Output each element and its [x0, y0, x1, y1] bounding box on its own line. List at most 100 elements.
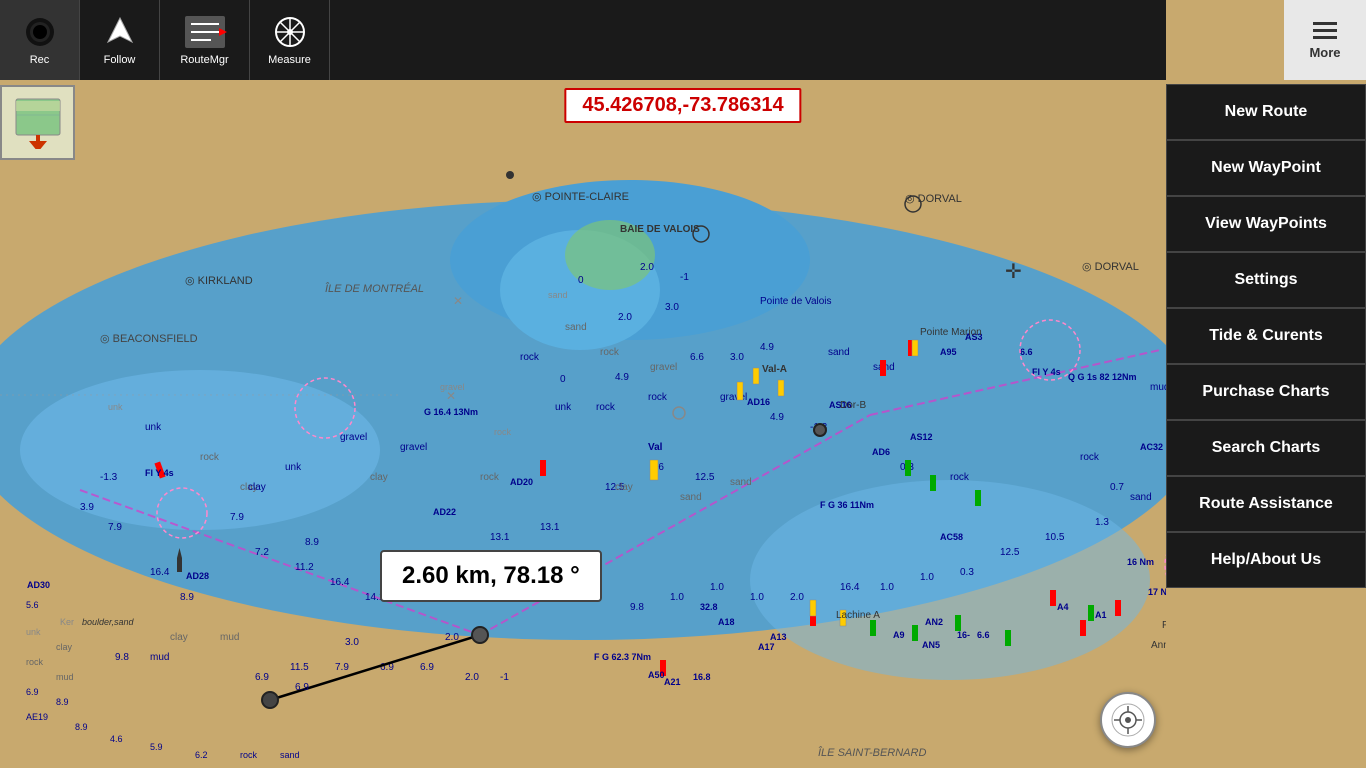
- view-waypoints-button[interactable]: View WayPoints: [1166, 196, 1366, 252]
- svg-text:Q G 1s 82 12Nm: Q G 1s 82 12Nm: [1068, 372, 1137, 382]
- settings-button[interactable]: Settings: [1166, 252, 1366, 308]
- svg-text:unk: unk: [555, 402, 572, 413]
- svg-text:0.3: 0.3: [960, 567, 974, 578]
- svg-text:16.4: 16.4: [150, 567, 170, 578]
- svg-text:AD6: AD6: [872, 447, 890, 457]
- coordinates-text: 45.426708,-73.786314: [582, 94, 783, 116]
- svg-text:mud: mud: [1150, 382, 1166, 393]
- svg-text:gravel: gravel: [650, 362, 677, 373]
- svg-text:sand: sand: [828, 347, 850, 358]
- search-charts-button[interactable]: Search Charts: [1166, 420, 1366, 476]
- svg-text:AC32: AC32: [1140, 442, 1163, 452]
- measure-button[interactable]: Measure: [250, 0, 330, 80]
- svg-text:A21: A21: [664, 677, 681, 687]
- compass-button[interactable]: [1100, 692, 1156, 748]
- svg-text:gravel: gravel: [340, 432, 367, 443]
- svg-text:5.6: 5.6: [26, 600, 39, 610]
- svg-text:0.7: 0.7: [1110, 482, 1124, 493]
- svg-text:2.0: 2.0: [618, 312, 632, 323]
- svg-text:rock: rock: [26, 657, 44, 667]
- svg-text:AS12: AS12: [910, 432, 933, 442]
- svg-text:3.0: 3.0: [345, 637, 359, 648]
- svg-text:Val: Val: [648, 442, 663, 453]
- svg-text:◎ POINTE-CLAIRE: ◎ POINTE-CLAIRE: [532, 191, 629, 203]
- svg-text:rock: rock: [950, 472, 970, 483]
- svg-text:0: 0: [560, 374, 566, 385]
- svg-text:16.4: 16.4: [330, 577, 350, 588]
- svg-text:17 Nm: 17 Nm: [1148, 587, 1166, 597]
- svg-text:0: 0: [578, 275, 584, 286]
- route-assistance-button[interactable]: Route Assistance: [1166, 476, 1366, 532]
- svg-text:rock: rock: [200, 452, 220, 463]
- svg-text:unk: unk: [26, 627, 41, 637]
- svg-text:rock: rock: [1080, 452, 1100, 463]
- svg-text:rock: rock: [600, 347, 620, 358]
- svg-text:7.2: 7.2: [255, 547, 269, 558]
- svg-text:A17: A17: [758, 642, 775, 652]
- svg-text:rock: rock: [520, 352, 540, 363]
- follow-label: Follow: [104, 54, 136, 66]
- svg-text:Fl Y 4s: Fl Y 4s: [145, 468, 174, 478]
- svg-text:✕: ✕: [446, 389, 456, 403]
- svg-text:unk: unk: [145, 422, 162, 433]
- svg-text:4.9: 4.9: [760, 342, 774, 353]
- svg-text:1.0: 1.0: [920, 572, 934, 583]
- svg-text:7.9: 7.9: [230, 512, 244, 523]
- svg-text:clay: clay: [170, 632, 188, 643]
- svg-text:13.1: 13.1: [540, 522, 560, 533]
- svg-text:6.6: 6.6: [650, 462, 664, 473]
- new-route-button[interactable]: New Route: [1166, 84, 1366, 140]
- svg-text:clay: clay: [370, 472, 388, 483]
- svg-text:Pointe Marion: Pointe Marion: [920, 327, 982, 338]
- svg-text:clay: clay: [248, 482, 266, 493]
- download-button[interactable]: [0, 85, 75, 160]
- svg-text:sand: sand: [1130, 492, 1152, 503]
- svg-text:4.9: 4.9: [770, 412, 784, 423]
- svg-text:clay: clay: [56, 642, 73, 652]
- svg-text:32.8: 32.8: [700, 602, 718, 612]
- follow-button[interactable]: Follow: [80, 0, 160, 80]
- svg-text:sand: sand: [680, 492, 702, 503]
- svg-text:11.2: 11.2: [295, 562, 314, 573]
- svg-text:sand: sand: [280, 750, 300, 760]
- svg-text:0.3: 0.3: [900, 462, 914, 473]
- svg-text:A9: A9: [893, 630, 905, 640]
- svg-text:F G 36 11Nm: F G 36 11Nm: [820, 500, 874, 510]
- svg-text:7.9: 7.9: [335, 662, 349, 673]
- svg-text:✕: ✕: [453, 294, 463, 308]
- svg-text:A1: A1: [1095, 610, 1107, 620]
- new-waypoint-button[interactable]: New WayPoint: [1166, 140, 1366, 196]
- svg-text:6.9: 6.9: [420, 662, 434, 673]
- svg-text:5.9: 5.9: [150, 742, 163, 752]
- purchase-charts-button[interactable]: Purchase Charts: [1166, 364, 1366, 420]
- help-about-button[interactable]: Help/About Us: [1166, 532, 1366, 588]
- svg-text:12.5: 12.5: [695, 472, 715, 483]
- svg-text:A13: A13: [770, 632, 787, 642]
- svg-text:11.5: 11.5: [290, 662, 309, 673]
- svg-text:Lachine A: Lachine A: [836, 610, 880, 621]
- svg-text:AD20: AD20: [510, 477, 533, 487]
- svg-text:mud: mud: [220, 632, 239, 643]
- svg-text:AN5: AN5: [922, 640, 940, 650]
- svg-text:Pointe de Valois: Pointe de Valois: [760, 296, 832, 307]
- svg-text:6.6: 6.6: [977, 630, 990, 640]
- rec-label: Rec: [30, 54, 50, 66]
- svg-text:Fl Y 4s: Fl Y 4s: [1032, 367, 1061, 377]
- routemgr-button[interactable]: RouteMgr: [160, 0, 250, 80]
- svg-text:9.8: 9.8: [115, 652, 129, 663]
- svg-text:3.9: 3.9: [80, 502, 94, 513]
- svg-text:16.8: 16.8: [693, 672, 711, 682]
- svg-text:-1: -1: [680, 272, 689, 283]
- svg-text:mud: mud: [150, 652, 169, 663]
- svg-text:unk: unk: [285, 462, 302, 473]
- svg-text:-1.3: -1.3: [100, 472, 118, 483]
- svg-text:clay: clay: [240, 482, 258, 493]
- svg-text:Dor-B: Dor-B: [840, 400, 866, 411]
- rec-button[interactable]: Rec: [0, 0, 80, 80]
- svg-text:2.0: 2.0: [445, 632, 459, 643]
- svg-text:✛: ✛: [1005, 261, 1022, 283]
- svg-text:gravel: gravel: [720, 392, 747, 403]
- svg-text:8.9: 8.9: [180, 592, 194, 603]
- svg-text:AD22: AD22: [433, 507, 456, 517]
- tide-currents-button[interactable]: Tide & Curents: [1166, 308, 1366, 364]
